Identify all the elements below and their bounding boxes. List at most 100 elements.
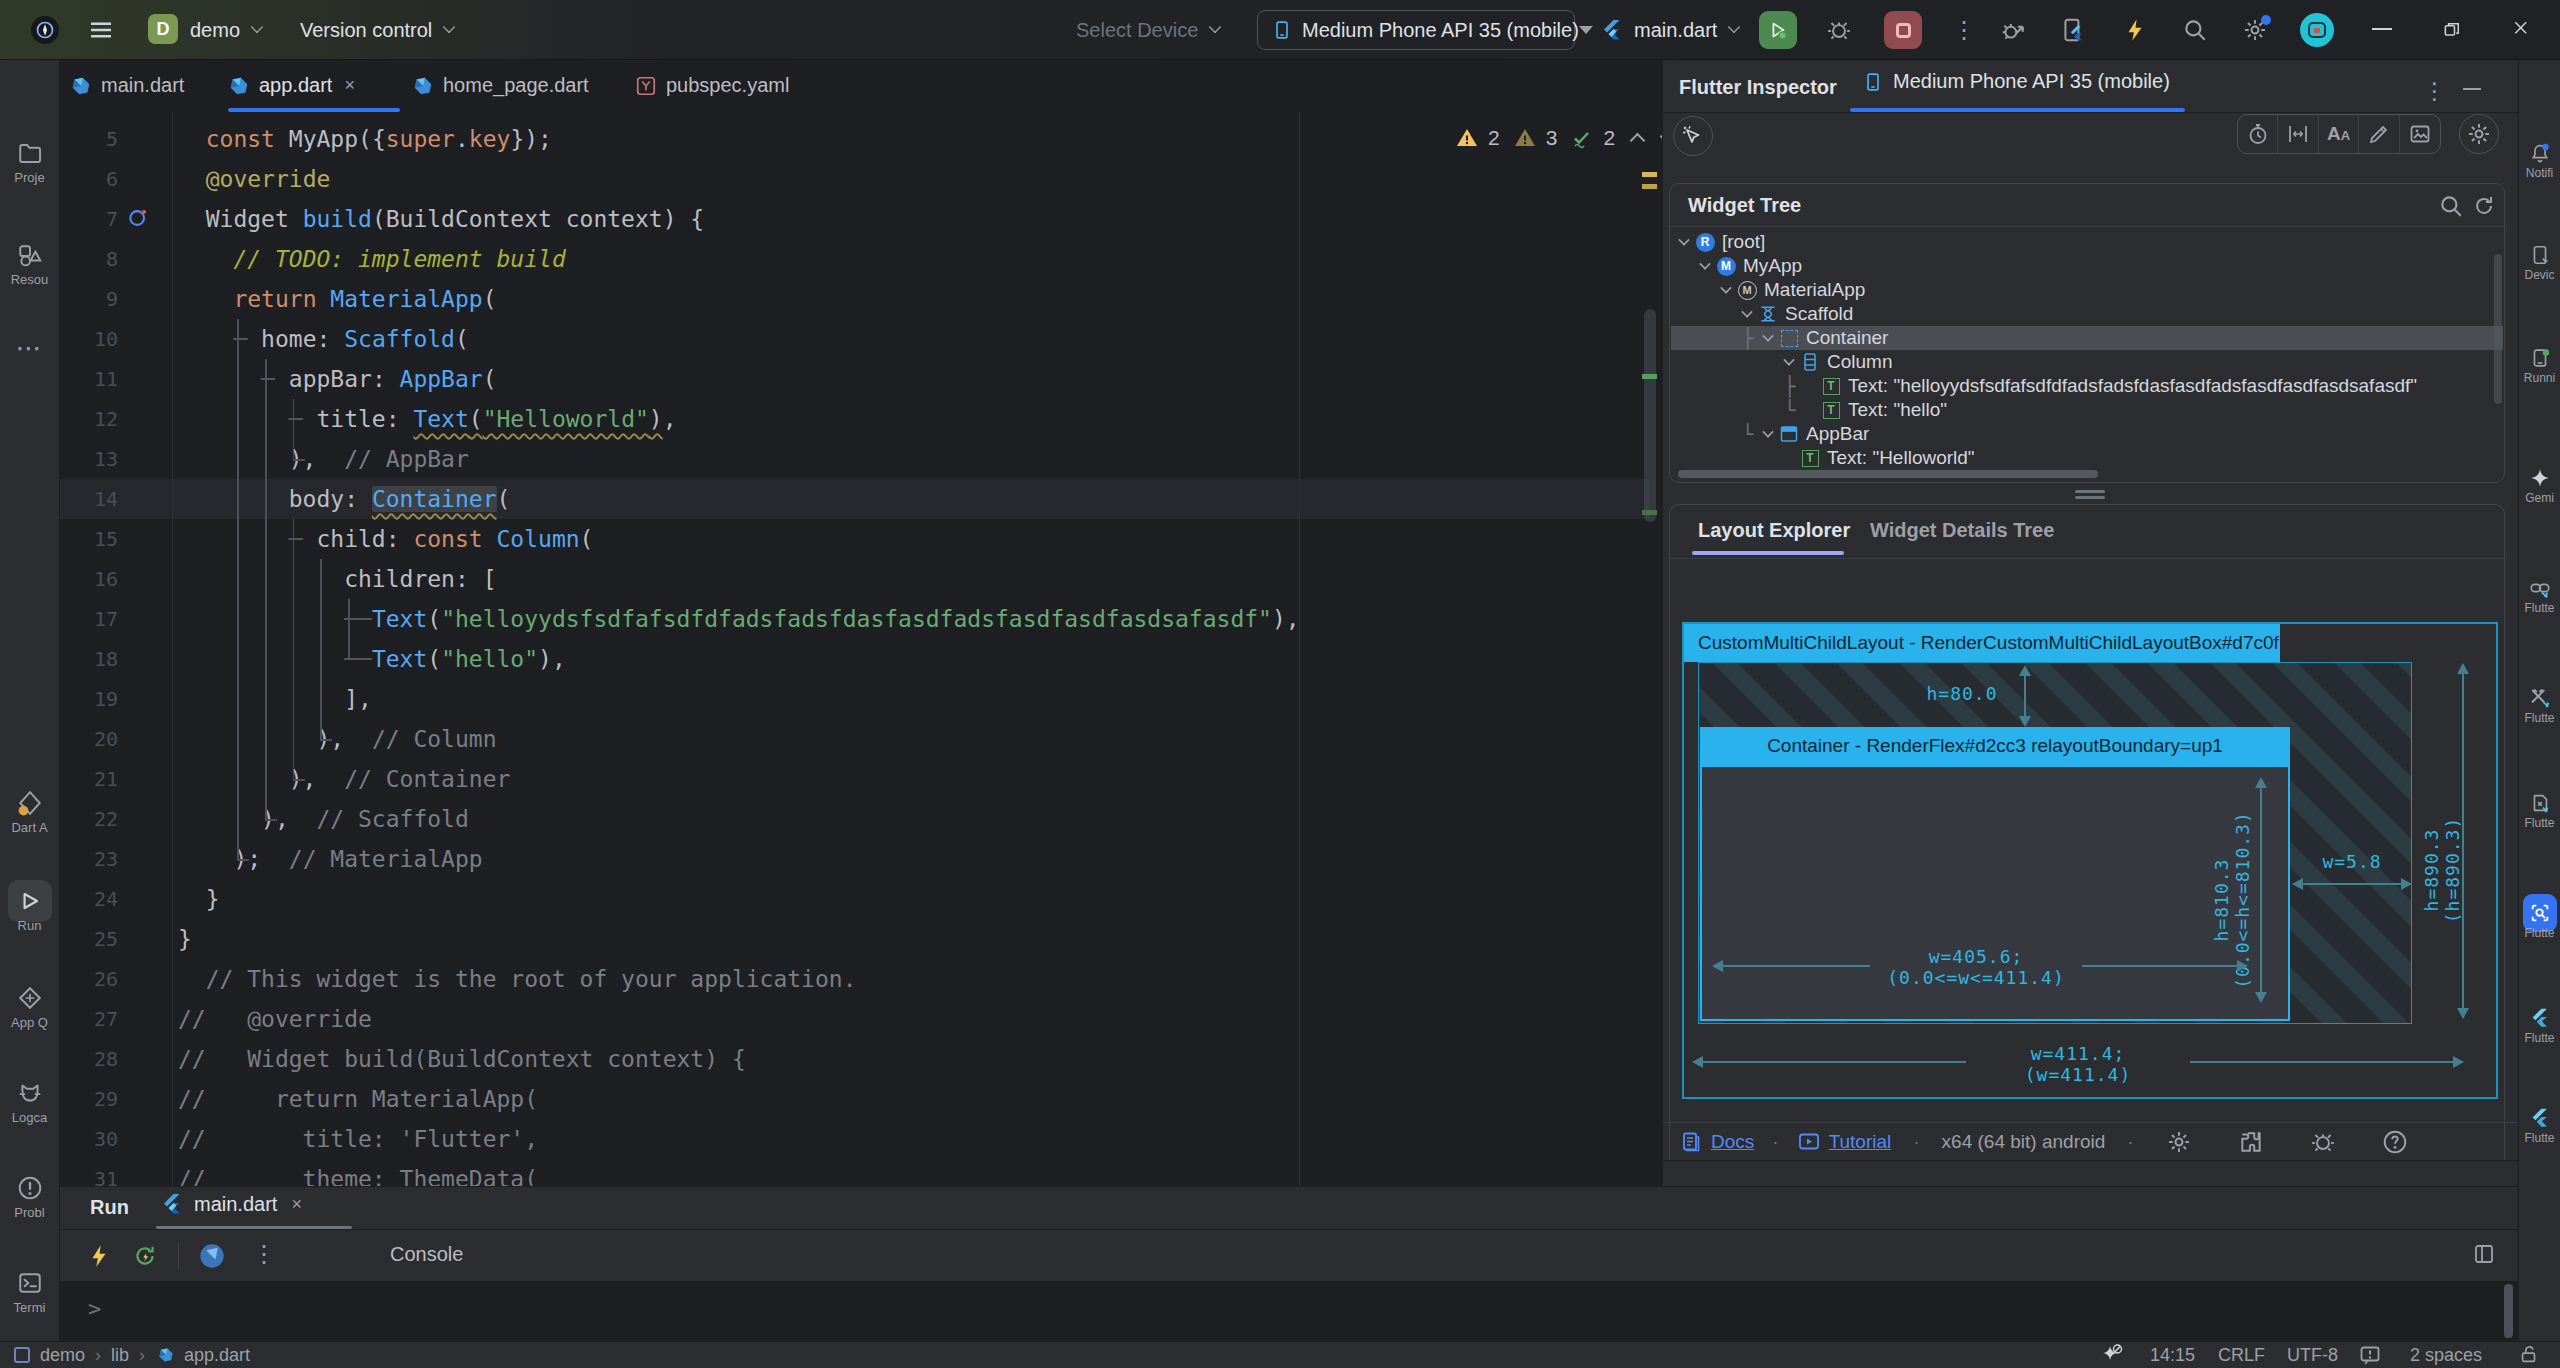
code-line[interactable]: ), // Column bbox=[178, 719, 497, 759]
panel-options-icon[interactable]: ⋮ bbox=[2423, 78, 2446, 105]
code-line[interactable]: @override bbox=[178, 159, 330, 199]
code-line[interactable]: ], bbox=[178, 679, 372, 719]
code-line[interactable]: ), // AppBar bbox=[178, 439, 469, 479]
code-line[interactable]: return MaterialApp( bbox=[178, 279, 497, 319]
code-line[interactable]: ), // Container bbox=[178, 759, 510, 799]
tree-row-root[interactable]: R[root] bbox=[1671, 230, 2503, 254]
close-tab-icon[interactable]: × bbox=[344, 75, 355, 96]
tab-widget-details-tree[interactable]: Widget Details Tree bbox=[1870, 519, 2054, 542]
code-line[interactable]: // This widget is the root of your appli… bbox=[178, 959, 857, 999]
console-label[interactable]: Console bbox=[390, 1243, 463, 1266]
code-line[interactable]: // TODO: implement build bbox=[178, 239, 566, 279]
tree-vscrollbar[interactable] bbox=[2494, 254, 2502, 404]
tree-row-MyApp[interactable]: MMyApp bbox=[1671, 254, 2503, 278]
code-line[interactable]: } bbox=[178, 879, 220, 919]
console-scrollbar[interactable] bbox=[2504, 1284, 2513, 1338]
encoding[interactable]: UTF-8 bbox=[2287, 1342, 2338, 1368]
device-mirror-button[interactable] bbox=[2060, 17, 2086, 43]
code-area[interactable]: 5 const MyApp({super.key});6 @override7 … bbox=[60, 112, 1662, 1186]
sidebar-item-appq[interactable] bbox=[0, 985, 59, 1015]
code-line[interactable]: ─ appBar: AppBar( bbox=[178, 359, 497, 399]
help-icon[interactable] bbox=[2382, 1129, 2408, 1155]
chevron-expanded-icon[interactable] bbox=[1762, 426, 1773, 437]
image-button[interactable] bbox=[2400, 115, 2440, 153]
code-line[interactable]: // return MaterialApp( bbox=[178, 1079, 538, 1119]
select-widget-mode-button[interactable] bbox=[1673, 116, 1713, 156]
hot-restart-button[interactable] bbox=[132, 1243, 158, 1269]
time[interactable]: 14:15 bbox=[2150, 1342, 2195, 1368]
tutorial-link[interactable]: Tutorial bbox=[1829, 1131, 1892, 1153]
code-line[interactable]: // @override bbox=[178, 999, 372, 1039]
stop-button[interactable] bbox=[1884, 11, 1922, 49]
ai-status-icon[interactable] bbox=[2100, 1342, 2124, 1368]
sidebar-item-darta[interactable] bbox=[0, 790, 59, 820]
lock-icon[interactable] bbox=[2518, 1342, 2540, 1368]
sidebar-item-termi[interactable] bbox=[0, 1270, 59, 1300]
maximize-button[interactable] bbox=[2442, 20, 2460, 38]
chevron-expanded-icon[interactable] bbox=[1720, 282, 1731, 293]
inspections-status-icon[interactable] bbox=[2358, 1342, 2382, 1368]
editor-scrollbar[interactable] bbox=[1644, 309, 1656, 522]
console-area[interactable]: > bbox=[60, 1282, 2518, 1342]
sidebar-item-resou[interactable] bbox=[0, 242, 59, 272]
sidebar-item-more[interactable]: ⋯ bbox=[0, 343, 59, 361]
tree-refresh-icon[interactable] bbox=[2472, 194, 2496, 218]
code-line[interactable]: ──Text("helloyydsfsdfafsdfdfadsfadsfdasf… bbox=[178, 599, 1300, 639]
settings-icon[interactable] bbox=[2166, 1129, 2192, 1155]
inspector-settings-button[interactable] bbox=[2459, 114, 2499, 154]
close-button[interactable] bbox=[2512, 19, 2532, 39]
tab-device[interactable]: Medium Phone API 35 (mobile) bbox=[1863, 70, 2170, 93]
tree-row-AppBar[interactable]: └AppBar bbox=[1671, 422, 2503, 446]
run-button[interactable] bbox=[1759, 11, 1797, 49]
hot-reload-button[interactable] bbox=[86, 1243, 112, 1269]
project-name-button[interactable]: demo bbox=[190, 0, 264, 60]
line-ending[interactable]: CRLF bbox=[2218, 1342, 2265, 1368]
code-line[interactable]: ─ child: const Column( bbox=[178, 519, 593, 559]
crumb-dir[interactable]: lib bbox=[111, 1345, 129, 1366]
chevron-expanded-icon[interactable] bbox=[1741, 306, 1752, 317]
version-control-button[interactable]: Version control bbox=[300, 0, 456, 60]
sidebar-item-proje[interactable] bbox=[0, 140, 59, 170]
tree-search-icon[interactable] bbox=[2438, 193, 2464, 219]
tree-row-Texthelloyyd[interactable]: ├TText: "helloyydsfsdfafsdfdfadsfadsfdas… bbox=[1671, 374, 2503, 398]
tree-row-MaterialApp[interactable]: MMaterialApp bbox=[1671, 278, 2503, 302]
hide-panel-icon[interactable] bbox=[2463, 88, 2481, 90]
panel-splitter[interactable] bbox=[2075, 490, 2105, 493]
chevron-expanded-icon[interactable] bbox=[1783, 354, 1794, 365]
inspections-widget[interactable]: 232 bbox=[1455, 126, 1673, 150]
code-line[interactable]: body: Container( bbox=[178, 479, 510, 519]
tab-home_page.dart[interactable]: home_page.dart bbox=[412, 60, 624, 111]
code-line[interactable]: // title: 'Flutter', bbox=[178, 1119, 538, 1159]
select-device-button[interactable]: Select Device bbox=[1076, 0, 1222, 60]
main-menu-icon[interactable] bbox=[86, 15, 116, 45]
code-line[interactable]: ─ title: Text("Helloworld"), bbox=[178, 399, 677, 439]
fontsize-button[interactable]: AA bbox=[2319, 115, 2359, 153]
close-tab-icon[interactable]: × bbox=[291, 1194, 302, 1215]
extension-icon[interactable] bbox=[2238, 1129, 2264, 1155]
code-line[interactable]: ──Text("hello"), bbox=[178, 639, 566, 679]
code-line[interactable]: const MyApp({super.key}); bbox=[178, 119, 552, 159]
attach-debugger-button[interactable] bbox=[2000, 17, 2026, 43]
prev-problem-icon[interactable] bbox=[1630, 132, 1646, 148]
tree-hscrollbar[interactable] bbox=[1678, 470, 2098, 478]
code-line[interactable]: // theme: ThemeData( bbox=[178, 1159, 538, 1186]
code-line[interactable]: ─ home: Scaffold( bbox=[178, 319, 469, 359]
override-gutter-icon[interactable] bbox=[128, 207, 150, 229]
split-console-icon[interactable] bbox=[2472, 1242, 2496, 1266]
tree-row-Texthello[interactable]: └TText: "hello" bbox=[1671, 398, 2503, 422]
more-options-icon[interactable]: ⋮ bbox=[252, 1240, 276, 1268]
docs-link[interactable]: Docs bbox=[1711, 1131, 1754, 1153]
tab-main.dart[interactable]: main.dart bbox=[70, 60, 216, 111]
avatar[interactable] bbox=[2300, 13, 2334, 47]
stopwatch-button[interactable] bbox=[2238, 115, 2278, 153]
minimize-button[interactable] bbox=[2372, 28, 2392, 30]
dart-dev-tools-button[interactable] bbox=[198, 1242, 226, 1270]
code-line[interactable]: } bbox=[178, 919, 192, 959]
run-config-selector[interactable]: main.dart bbox=[1634, 0, 1741, 60]
chevron-expanded-icon[interactable] bbox=[1678, 234, 1689, 245]
code-line[interactable]: ), // Scaffold bbox=[178, 799, 469, 839]
tab-pubspec.yaml[interactable]: pubspec.yaml bbox=[635, 60, 815, 111]
settings-button[interactable] bbox=[2242, 17, 2268, 43]
report-bug-icon[interactable] bbox=[2310, 1129, 2336, 1155]
tab-app.dart[interactable]: app.dart× bbox=[228, 60, 400, 111]
